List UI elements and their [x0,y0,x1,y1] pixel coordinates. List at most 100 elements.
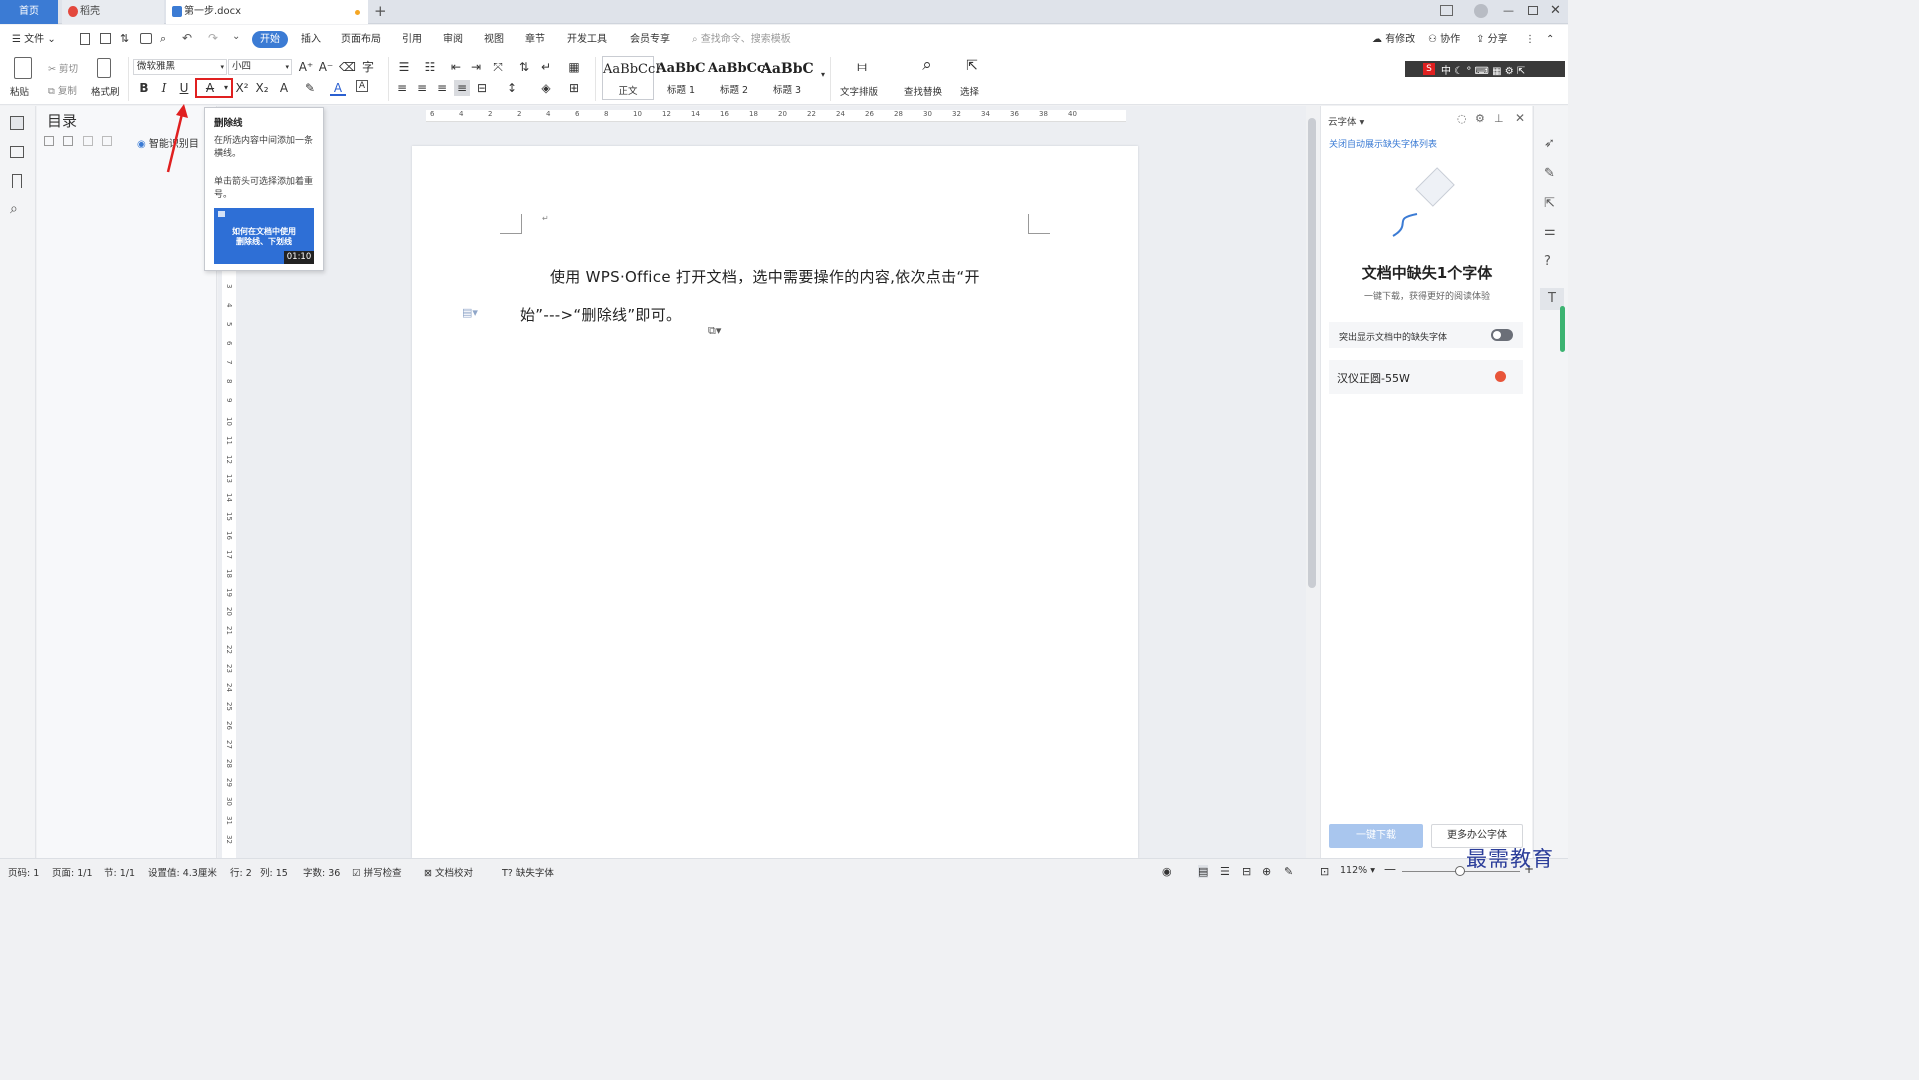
strikethrough-icon[interactable]: A [202,80,218,96]
status-section[interactable]: 节: 1/1 [104,865,135,879]
tab-page-layout[interactable]: 页面布局 [341,31,381,48]
document-page[interactable]: ↵ 使用 WPS·Office 打开文档，选中需要操作的内容,依次点击“开 始”… [412,146,1138,858]
chinese-layout-icon[interactable]: ⤧ [490,59,506,75]
text-layout-icon[interactable]: ⧦ [852,58,872,74]
bullet-list-icon[interactable]: ☰ [396,59,412,75]
spell-check-toggle[interactable]: ☑ 拼写检查 [352,865,402,879]
paste-icon[interactable] [14,57,32,79]
close-auto-show-link[interactable]: 关闭自动展示缺失字体列表 [1329,137,1437,150]
more-menu-icon[interactable]: ⋮ [1525,31,1535,48]
input-method-toolbar[interactable]: S 中 ☾ ° ⌨ ▦ ⚙ ⇱ [1405,61,1565,77]
find-replace-button[interactable]: 查找替换 [904,84,942,98]
superscript-icon[interactable]: X² [234,80,250,96]
font-name-select[interactable]: 微软雅黑 ▾ [133,59,227,75]
select-cursor-icon[interactable]: ⇱ [964,58,980,74]
redo-icon[interactable]: ↷ [208,31,218,45]
distributed-icon[interactable]: ⊟ [474,80,490,96]
outline-view-icon[interactable]: ☰ [1220,865,1230,878]
grow-font-icon[interactable]: A⁺ [298,59,314,75]
status-page[interactable]: 页码: 1 [8,865,39,879]
status-row[interactable]: 行: 2 [230,865,252,879]
shading-icon[interactable]: ◈ [538,80,554,96]
styles-more-icon[interactable]: ▾ [815,67,831,83]
minimize-icon[interactable]: — [1503,4,1514,17]
format-painter-button[interactable]: 格式刷 [91,84,120,98]
print-preview-icon[interactable]: ⌕ [160,32,166,46]
reading-view-icon[interactable]: ⊟ [1242,865,1251,878]
font-size-select[interactable]: 小四 ▾ [228,59,292,75]
style-normal[interactable]: AaBbCcI 正文 [602,56,660,100]
format-painter-icon[interactable] [97,58,111,78]
close-window-icon[interactable]: ✕ [1550,3,1561,18]
strikethrough-dropdown-icon[interactable]: ▾ [218,80,234,96]
tab-document[interactable]: 第一步.docx [166,0,368,24]
toc-expand-icon[interactable] [63,136,73,146]
toc-panel-icon[interactable] [10,116,24,130]
font-color-icon[interactable]: A [330,80,346,96]
status-setting[interactable]: 设置值: 4.3厘米 [148,865,217,879]
horizontal-ruler[interactable]: 6 4 2 2 4 6 8 10 12 14 16 18 20 22 24 26 28 30 32 34 36 38 40 [426,110,1126,122]
window-layout-icon[interactable] [1440,5,1453,16]
fit-page-icon[interactable]: ⊡ [1320,865,1329,878]
pin-icon[interactable]: ⊥ [1494,112,1504,125]
show-marks-icon[interactable]: ↵ [538,59,554,75]
new-doc-icon[interactable] [80,33,90,45]
find-replace-icon[interactable]: ⌕ [917,57,937,74]
tab-home[interactable]: 首页 [0,0,58,24]
bold-icon[interactable]: B [136,80,152,96]
save-icon[interactable] [100,33,111,44]
pen-edit-icon[interactable]: ✎ [1544,166,1555,181]
tab-chapter[interactable]: 章节 [525,31,545,48]
highlight-icon[interactable]: ✎ [302,80,318,96]
panel-header[interactable]: 云字体 ▾ [1328,114,1364,128]
toc-add-icon[interactable] [83,136,93,146]
undo-icon[interactable]: ↶ [182,31,192,45]
numbered-list-icon[interactable]: ☷ [422,59,438,75]
doc-paragraph-line1[interactable]: 使用 WPS·Office 打开文档，选中需要操作的内容,依次点击“开 [550,266,980,287]
char-border-icon[interactable]: A [356,80,368,92]
style-heading3[interactable]: AaBbC 标题 3 [761,56,813,100]
italic-icon[interactable]: I [156,80,172,96]
tab-member[interactable]: 会员专享 [630,31,670,48]
zoom-slider-thumb[interactable] [1455,866,1465,876]
line-spacing-icon[interactable]: ↕ [504,80,520,96]
doc-paragraph-line2[interactable]: 始”--->“删除线”即可。 [520,304,681,325]
quick-access-chevron-icon[interactable]: ⌄ [232,31,240,42]
status-words[interactable]: 字数: 36 [303,865,340,879]
copy-button[interactable]: ⧉ 复制 [48,83,77,97]
web-view-icon[interactable]: ⊕ [1262,865,1271,878]
align-right-icon[interactable]: ≡ [434,80,450,96]
tab-daoke[interactable]: 稻壳 [62,0,164,24]
align-center-icon[interactable]: ≡ [414,80,430,96]
tab-start[interactable]: 开始 [252,31,288,48]
command-search[interactable]: ⌕ 查找命令、搜索模板 [692,31,791,48]
justify-icon[interactable]: ≡ [454,80,470,96]
menu-file[interactable]: ☰ 文件 ⌄ [12,31,56,48]
style-heading2[interactable]: AaBbCc 标题 2 [708,56,765,100]
cursor-icon[interactable]: ⇱ [1544,196,1555,211]
collab-button[interactable]: ⚇ 协作 [1428,31,1460,48]
tab-review[interactable]: 审阅 [443,31,463,48]
export-pdf-icon[interactable]: ⇅ [120,32,129,45]
highlight-toggle-switch[interactable] [1491,329,1513,341]
shrink-font-icon[interactable]: A⁻ [318,59,334,75]
eye-protect-icon[interactable]: ◉ [1162,865,1172,878]
sort-icon[interactable]: ⇅ [516,59,532,75]
missing-font-button[interactable]: T? 缺失字体 [502,865,554,879]
missing-font-item[interactable]: 汉仪正圆-55W [1329,360,1523,394]
tab-insert[interactable]: 插入 [301,31,321,48]
decrease-indent-icon[interactable]: ⇤ [448,59,464,75]
settings-icon[interactable]: ⚙ [1475,112,1485,125]
tab-view[interactable]: 视图 [484,31,504,48]
select-button[interactable]: 选择 [960,84,979,98]
search-icon[interactable]: ⌕ [10,201,18,217]
document-scrollbar[interactable] [1308,118,1316,588]
restore-icon[interactable] [1528,6,1538,15]
table-grid-icon[interactable]: ▦ [566,59,582,75]
sliders-icon[interactable]: ⚌ [1544,224,1556,239]
rocket-icon[interactable]: ➶ [1544,136,1555,151]
toc-remove-icon[interactable] [102,136,112,146]
text-effect-icon[interactable]: A [276,80,292,96]
paste-options-icon[interactable]: ⧉▾ [708,324,721,338]
align-left-icon[interactable]: ≡ [394,80,410,96]
